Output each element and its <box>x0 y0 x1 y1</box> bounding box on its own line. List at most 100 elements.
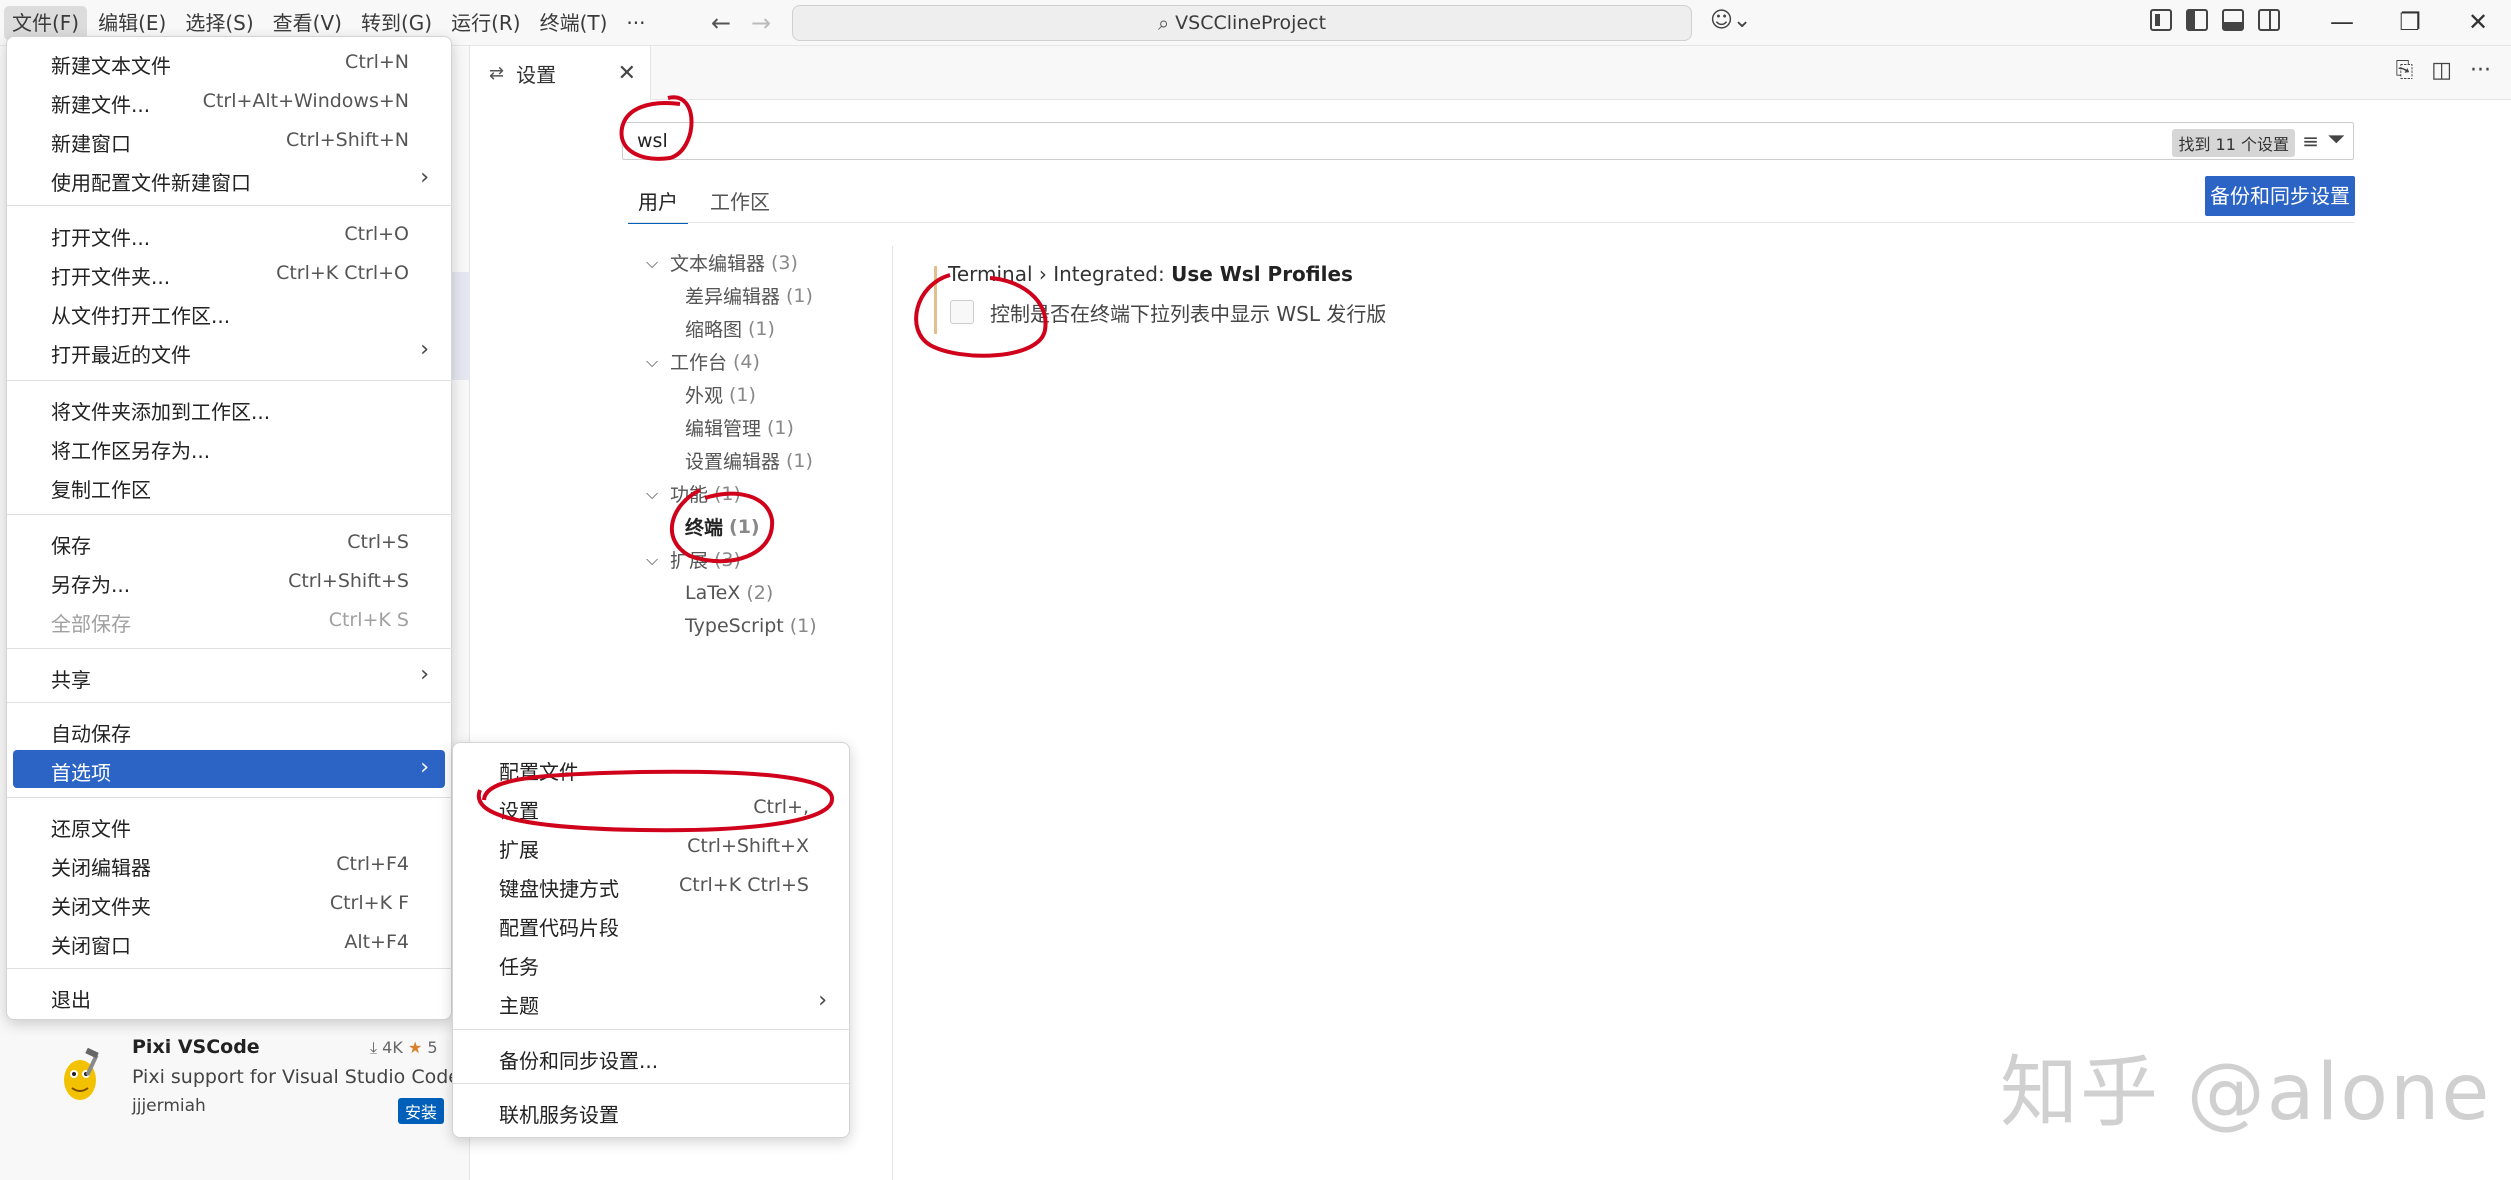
search-icon: ⌕ <box>1157 11 1170 35</box>
toc-typescript[interactable]: TypeScript (1) <box>640 609 890 642</box>
menu-item-keyboard-shortcuts[interactable]: 键盘快捷方式 Ctrl+K Ctrl+S <box>459 866 843 904</box>
menu-label: 保存 <box>51 534 91 558</box>
toc-settings-editor[interactable]: 设置编辑器 (1) <box>640 444 890 477</box>
menu-item-new-window-profile[interactable]: 使用配置文件新建窗口 › <box>13 160 445 198</box>
toc-features[interactable]: ⌵ 功能 (1) <box>640 477 890 510</box>
menu-item-preferences[interactable]: 首选项 › <box>13 750 445 788</box>
back-arrow-icon[interactable]: ← <box>706 8 736 38</box>
menu-item-close-window[interactable]: 关闭窗口 Alt+F4 <box>13 923 445 961</box>
menu-item-save-workspace-as[interactable]: 将工作区另存为... <box>13 428 445 466</box>
menu-item-duplicate-workspace[interactable]: 复制工作区 <box>13 467 445 505</box>
menu-file[interactable]: 文件(F) <box>4 6 88 40</box>
menu-separator <box>7 380 453 381</box>
backup-sync-button[interactable]: 备份和同步设置 <box>2205 176 2355 216</box>
menu-item-open-folder[interactable]: 打开文件夹... Ctrl+K Ctrl+O <box>13 254 445 292</box>
menu-label: 关闭编辑器 <box>51 856 151 880</box>
more-actions-icon[interactable]: ··· <box>2470 58 2491 83</box>
menu-item-online-services[interactable]: 联机服务设置 <box>459 1092 843 1130</box>
forward-arrow-icon[interactable]: → <box>746 8 776 38</box>
tab-workspace[interactable]: 工作区 <box>700 180 780 224</box>
menu-label: 全部保存 <box>51 612 131 636</box>
close-icon[interactable]: ✕ <box>618 61 636 86</box>
extension-author: jjjermiah <box>132 1096 206 1116</box>
minimize-icon[interactable]: — <box>2322 6 2362 38</box>
menu-item-themes[interactable]: 主题 › <box>459 983 843 1021</box>
menu-item-save[interactable]: 保存 Ctrl+S <box>13 523 445 561</box>
toc-count: (1) <box>748 317 775 340</box>
toc-text-editor[interactable]: ⌵ 文本编辑器 (3) <box>640 246 890 279</box>
restore-icon[interactable]: ❐ <box>2390 6 2430 38</box>
scope-tabs: 用户 工作区 <box>628 180 792 224</box>
copilot-icon[interactable]: ☺⌄ <box>1710 8 1751 33</box>
layout-customize-icon[interactable] <box>2150 9 2172 31</box>
menu-item-share[interactable]: 共享 › <box>13 657 445 695</box>
extension-list-item[interactable]: Pixi VSCode ⤓ 4K ★ 5 Pixi support for Vi… <box>40 1030 460 1130</box>
search-value: wsl <box>637 130 668 152</box>
menu-separator <box>7 702 453 703</box>
menu-label: 关闭窗口 <box>51 934 131 958</box>
menu-shortcut: Ctrl+F4 <box>336 853 409 875</box>
install-button[interactable]: 安装 <box>398 1098 445 1124</box>
menu-item-open-file[interactable]: 打开文件... Ctrl+O <box>13 215 445 253</box>
menu-item-settings[interactable]: 设置 Ctrl+, <box>459 788 843 826</box>
star-icon: ★ <box>407 1038 423 1057</box>
menu-item-auto-save[interactable]: 自动保存 <box>13 711 445 749</box>
menu-item-close-folder[interactable]: 关闭文件夹 Ctrl+K F <box>13 884 445 922</box>
toc-appearance[interactable]: 外观 (1) <box>640 378 890 411</box>
menu-label: 关闭文件夹 <box>51 895 151 919</box>
menu-item-close-editor[interactable]: 关闭编辑器 Ctrl+F4 <box>13 845 445 883</box>
toggle-primary-sidebar-icon[interactable] <box>2186 9 2208 31</box>
menu-shortcut: Alt+F4 <box>344 931 409 953</box>
toc-workbench[interactable]: ⌵ 工作台 (4) <box>640 345 890 378</box>
menu-item-profiles[interactable]: 配置文件 <box>459 749 843 787</box>
menu-item-backup-sync[interactable]: 备份和同步设置... <box>459 1038 843 1076</box>
menu-item-new-window[interactable]: 新建窗口 Ctrl+Shift+N <box>13 121 445 159</box>
tab-user[interactable]: 用户 <box>628 180 688 224</box>
toc-editor-management[interactable]: 编辑管理 (1) <box>640 411 890 444</box>
menu-item-extensions[interactable]: 扩展 Ctrl+Shift+X <box>459 827 843 865</box>
menu-item-add-folder[interactable]: 将文件夹添加到工作区... <box>13 389 445 427</box>
use-wsl-profiles-checkbox[interactable] <box>950 300 974 324</box>
toc-minimap[interactable]: 缩略图 (1) <box>640 312 890 345</box>
menu-view[interactable]: 查看(V) <box>265 6 350 40</box>
menu-edit[interactable]: 编辑(E) <box>90 6 174 40</box>
split-editor-icon[interactable]: ◫ <box>2431 58 2452 83</box>
menu-item-tasks[interactable]: 任务 <box>459 944 843 982</box>
setting-prefix: Terminal › Integrated: <box>948 262 1172 286</box>
toc-terminal[interactable]: 终端 (1) <box>640 510 890 543</box>
menu-run[interactable]: 运行(R) <box>443 6 529 40</box>
menu-item-revert-file[interactable]: 还原文件 <box>13 806 445 844</box>
close-window-icon[interactable]: ✕ <box>2458 6 2498 38</box>
menu-item-save-as[interactable]: 另存为... Ctrl+Shift+S <box>13 562 445 600</box>
toc-extensions[interactable]: ⌵ 扩展 (3) <box>640 543 890 576</box>
menu-label: 键盘快捷方式 <box>499 877 619 901</box>
clear-filter-icon[interactable]: ≡ <box>2302 129 2319 153</box>
open-settings-json-icon[interactable]: ⎘ <box>2396 58 2414 83</box>
menu-label: 将文件夹添加到工作区... <box>51 400 271 424</box>
menu-item-open-recent[interactable]: 打开最近的文件 › <box>13 332 445 370</box>
menu-item-new-text-file[interactable]: 新建文本文件 Ctrl+N <box>13 43 445 81</box>
toc-divider <box>892 246 893 1180</box>
toggle-secondary-sidebar-icon[interactable] <box>2258 9 2280 31</box>
command-center[interactable]: ⌕ VSCClineProject <box>792 5 1692 41</box>
filter-icon[interactable]: ⏷ <box>2327 127 2345 152</box>
menu-item-new-file[interactable]: 新建文件... Ctrl+Alt+Windows+N <box>13 82 445 120</box>
toc-diff-editor[interactable]: 差异编辑器 (1) <box>640 279 890 312</box>
tab-settings[interactable]: ⇄ 设置 ✕ <box>471 46 651 100</box>
extension-description: Pixi support for Visual Studio Code ... <box>132 1066 452 1088</box>
menu-item-open-workspace[interactable]: 从文件打开工作区... <box>13 293 445 331</box>
menu-more[interactable]: ··· <box>618 6 653 40</box>
menu-shortcut: Ctrl+Shift+X <box>687 835 809 857</box>
menu-label: 主题 <box>499 994 539 1018</box>
menu-go[interactable]: 转到(G) <box>353 6 440 40</box>
menu-item-exit[interactable]: 退出 <box>13 977 445 1015</box>
menu-separator <box>7 968 453 969</box>
menu-item-snippets[interactable]: 配置代码片段 <box>459 905 843 943</box>
toc-latex[interactable]: LaTeX (2) <box>640 576 890 609</box>
settings-search-input[interactable]: wsl 找到 11 个设置 ≡ ⏷ <box>622 122 2354 160</box>
toggle-panel-icon[interactable] <box>2222 9 2244 31</box>
menu-terminal[interactable]: 终端(T) <box>532 6 616 40</box>
menu-label: 任务 <box>499 955 539 979</box>
menu-selection[interactable]: 选择(S) <box>177 6 261 40</box>
editor-actions: ⎘ ◫ ··· <box>2396 58 2491 83</box>
